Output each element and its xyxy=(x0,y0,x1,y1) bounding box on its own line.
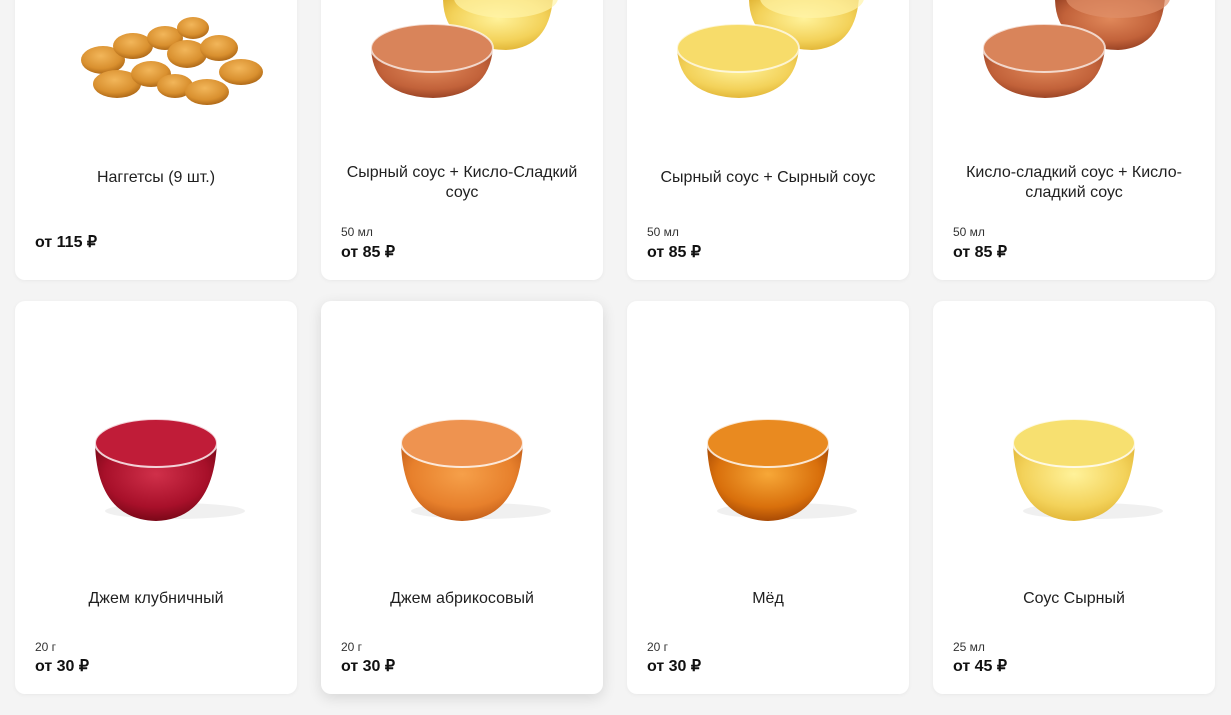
product-card-sweet-sour-double[interactable]: Кисло-сладкий соус + Кисло-сладкий соус … xyxy=(933,0,1215,280)
product-price: от 85 ₽ xyxy=(647,244,702,261)
product-name: Мёд xyxy=(752,590,784,607)
product-card-strawberry-jam[interactable]: Джем клубничный 20 г от 30 ₽ xyxy=(15,301,297,694)
product-grid: Наггетсы (9 шт.) от 115 ₽ Сырный соус + … xyxy=(0,0,1231,715)
strawberry-jam-image xyxy=(94,418,245,521)
product-card-apricot-jam[interactable]: Джем абрикосовый 20 г от 30 ₽ xyxy=(321,301,603,694)
product-size: 20 г xyxy=(647,640,669,654)
product-size: 50 мл xyxy=(341,225,373,239)
product-size: 50 мл xyxy=(953,225,985,239)
sauce-combo-image xyxy=(982,0,1170,98)
product-price: от 30 ₽ xyxy=(647,658,702,675)
product-price: от 45 ₽ xyxy=(953,658,1008,675)
product-name: Джем абрикосовый xyxy=(390,590,534,607)
product-name: Сырный соус + Сырный соус xyxy=(660,169,876,186)
product-card-cheese-sauce[interactable]: Соус Сырный 25 мл от 45 ₽ xyxy=(933,301,1215,694)
product-name: Сырный соус + Кисло-Сладкий соус xyxy=(346,164,578,201)
product-price: от 115 ₽ xyxy=(35,234,98,251)
product-name: Соус Сырный xyxy=(1023,590,1125,607)
honey-image xyxy=(706,418,857,521)
cheese-sauce-image xyxy=(1012,418,1163,521)
product-name: Кисло-сладкий соус + Кисло-сладкий соус xyxy=(966,164,1182,201)
product-card-nuggets[interactable]: Наггетсы (9 шт.) от 115 ₽ xyxy=(15,0,297,280)
product-name: Наггетсы (9 шт.) xyxy=(96,169,216,186)
sauce-combo-image xyxy=(370,0,558,98)
product-size: 50 мл xyxy=(647,225,679,239)
product-price: от 85 ₽ xyxy=(953,244,1008,261)
product-price: от 85 ₽ xyxy=(341,244,396,261)
nuggets-image xyxy=(81,17,263,105)
sauce-combo-image xyxy=(676,0,864,98)
apricot-jam-image xyxy=(400,418,551,521)
product-name: Джем клубничный xyxy=(88,590,224,607)
product-price: от 30 ₽ xyxy=(35,658,90,675)
product-price: от 30 ₽ xyxy=(341,658,396,675)
product-size: 25 мл xyxy=(953,640,985,654)
product-card-sweet-sour-cheese-combo[interactable]: Сырный соус + Кисло-Сладкий соус 50 мл о… xyxy=(321,0,603,280)
product-card-cheese-cheese-combo[interactable]: Сырный соус + Сырный соус 50 мл от 85 ₽ xyxy=(627,0,909,280)
product-card-honey[interactable]: Мёд 20 г от 30 ₽ xyxy=(627,301,909,694)
product-size: 20 г xyxy=(341,640,363,654)
product-size: 20 г xyxy=(35,640,57,654)
